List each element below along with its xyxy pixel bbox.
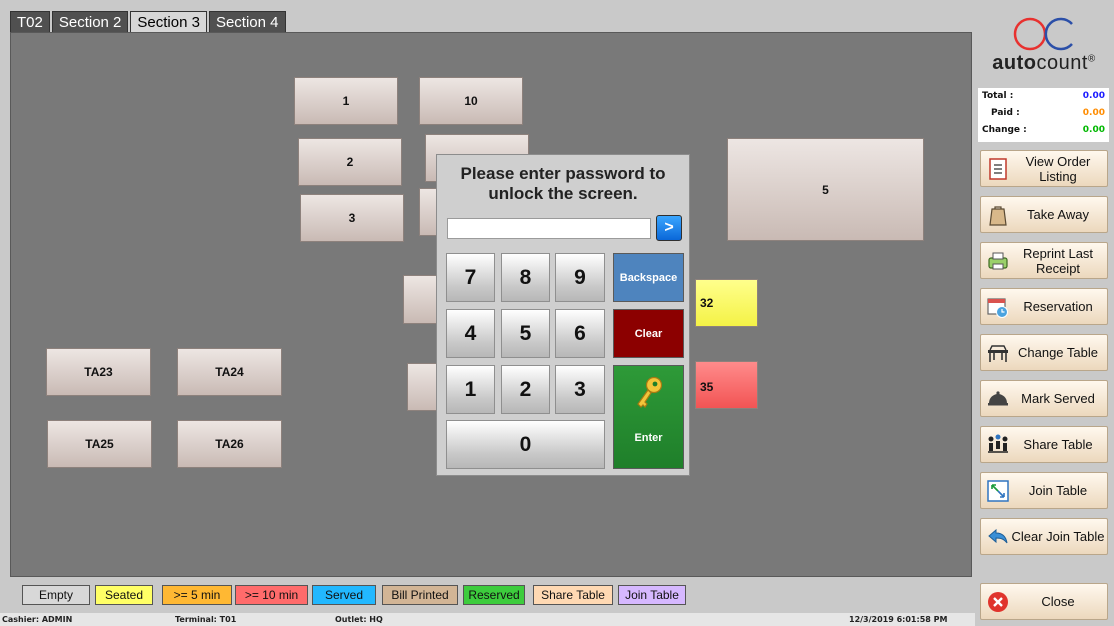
join-table-button[interactable]: Join Table: [980, 472, 1108, 509]
table-icon: [988, 345, 1008, 362]
terminal-info: Terminal: T01: [175, 615, 237, 624]
enter-label: Enter: [634, 432, 663, 444]
legend-5-min: >= 5 min: [162, 585, 232, 605]
tab-section-4[interactable]: Section 4: [208, 11, 286, 33]
key-6[interactable]: 6: [555, 309, 605, 358]
clear-button[interactable]: Clear: [613, 309, 684, 358]
unlock-message: Please enter password to unlock the scre…: [460, 164, 666, 203]
reprint-last-receipt-button[interactable]: Reprint Last Receipt: [980, 242, 1108, 279]
legend-seated: Seated: [95, 585, 153, 605]
key-icon: [637, 376, 663, 408]
total-value: 0.00: [1082, 91, 1105, 101]
datetime-info: 12/3/2019 6:01:58 PM: [849, 615, 948, 624]
legend-share-table: Share Table: [533, 585, 613, 605]
table-ta26[interactable]: TA26: [177, 420, 282, 468]
change-value: 0.00: [1082, 125, 1105, 135]
tab-section-2[interactable]: Section 2: [51, 11, 129, 33]
change-table-button[interactable]: Change Table: [980, 334, 1108, 371]
table-10[interactable]: 10: [419, 77, 523, 125]
table-2[interactable]: 2: [298, 138, 402, 186]
view-order-listing-button[interactable]: View Order Listing: [980, 150, 1108, 187]
table-32[interactable]: 32: [695, 279, 758, 327]
legend-bill-printed: Bill Printed: [382, 585, 458, 605]
key-7[interactable]: 7: [446, 253, 495, 302]
take-away-button[interactable]: Take Away: [980, 196, 1108, 233]
table-ta23[interactable]: TA23: [46, 348, 151, 396]
table-35[interactable]: 35: [695, 361, 758, 409]
printer-icon: [988, 252, 1008, 270]
paid-value: 0.00: [1082, 108, 1105, 118]
calendar-clock-icon: [987, 298, 1008, 318]
key-1[interactable]: 1: [446, 365, 495, 414]
table-hidden-b[interactable]: [403, 275, 439, 324]
legend-10-min: >= 10 min: [235, 585, 308, 605]
change-label: Change :: [982, 125, 1027, 135]
mark-served-button[interactable]: Mark Served: [980, 380, 1108, 417]
autocount-logo: autocount®: [976, 8, 1112, 88]
submit-arrow-button[interactable]: >: [656, 215, 682, 241]
key-4[interactable]: 4: [446, 309, 495, 358]
reservation-button[interactable]: Reservation: [980, 288, 1108, 325]
undo-arrow-icon: [988, 528, 1008, 544]
logo-mark-icon: [1013, 17, 1073, 51]
serving-cloche-icon: [988, 391, 1008, 406]
key-0[interactable]: 0: [446, 420, 605, 469]
table-3[interactable]: 3: [300, 194, 404, 242]
table-1[interactable]: 1: [294, 77, 398, 125]
tab-t02[interactable]: T02: [10, 11, 50, 33]
enter-button[interactable]: Enter: [613, 365, 684, 469]
key-9[interactable]: 9: [555, 253, 605, 302]
table-ta25[interactable]: TA25: [47, 420, 152, 468]
password-input[interactable]: [447, 218, 651, 239]
legend-served: Served: [312, 585, 376, 605]
legend-empty: Empty: [22, 585, 90, 605]
takeaway-bag-icon: [989, 206, 1007, 226]
key-3[interactable]: 3: [555, 365, 605, 414]
totals-panel: Total : 0.00 Paid : 0.00 Change : 0.00: [978, 88, 1109, 142]
join-arrows-icon: [987, 480, 1009, 502]
order-list-icon: [989, 158, 1007, 180]
status-bar: Cashier: ADMIN Terminal: T01 Outlet: HQ …: [0, 613, 975, 626]
outlet-info: Outlet: HQ: [335, 615, 383, 624]
share-people-icon: [988, 434, 1008, 453]
clear-join-table-button[interactable]: Clear Join Table: [980, 518, 1108, 555]
table-hidden-c[interactable]: [407, 363, 439, 411]
legend-reserved: Reserved: [463, 585, 525, 605]
backspace-button[interactable]: Backspace: [613, 253, 684, 302]
paid-label: Paid :: [991, 108, 1020, 118]
section-tabs: T02 Section 2 Section 3 Section 4: [10, 11, 288, 33]
table-ta24[interactable]: TA24: [177, 348, 282, 396]
cashier-info: Cashier: ADMIN: [2, 615, 73, 624]
close-icon: [988, 592, 1008, 612]
table-5[interactable]: 5: [727, 138, 924, 241]
key-8[interactable]: 8: [501, 253, 550, 302]
share-table-button[interactable]: Share Table: [980, 426, 1108, 463]
tab-section-3[interactable]: Section 3: [130, 11, 207, 33]
unlock-dialog: Please enter password to unlock the scre…: [436, 154, 690, 476]
close-button[interactable]: Close: [980, 583, 1108, 620]
legend-join-table: Join Table: [618, 585, 686, 605]
total-label: Total :: [982, 91, 1014, 101]
key-2[interactable]: 2: [501, 365, 550, 414]
key-5[interactable]: 5: [501, 309, 550, 358]
logo-text: autocount®: [992, 52, 1096, 74]
